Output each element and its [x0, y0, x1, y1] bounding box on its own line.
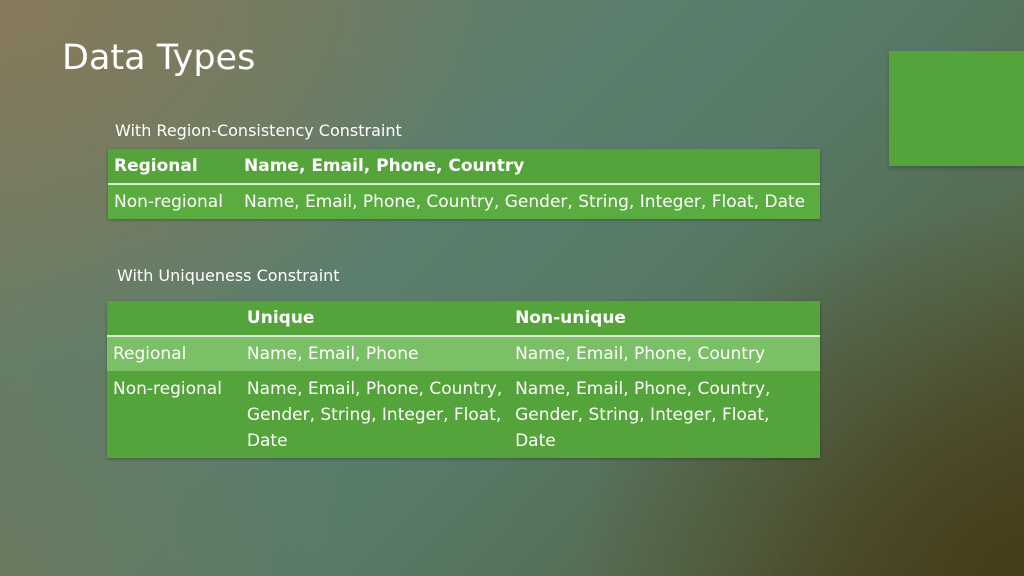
header-unique: Unique — [240, 301, 510, 337]
header-empty — [107, 301, 241, 337]
uniqueness-table: Unique Non-unique Regional Name, Email, … — [107, 301, 820, 458]
non-unique-types: Name, Email, Phone, Country — [509, 336, 820, 371]
non-unique-types: Name, Email, Phone, Country, Gender, Str… — [509, 371, 820, 458]
accent-square — [889, 51, 1024, 166]
uniqueness-table-caption: With Uniqueness Constraint — [117, 266, 340, 285]
row-label: Regional — [107, 336, 241, 371]
header-non-unique: Non-unique — [509, 301, 820, 337]
table-header-row: Unique Non-unique — [107, 301, 820, 337]
region-consistency-table: Regional Name, Email, Phone, Country Non… — [108, 149, 820, 219]
row-label: Regional — [108, 149, 238, 185]
row-types: Name, Email, Phone, Country, Gender, Str… — [238, 184, 820, 219]
table-row: Regional Name, Email, Phone Name, Email,… — [107, 336, 820, 371]
unique-types: Name, Email, Phone — [240, 336, 510, 371]
row-types: Name, Email, Phone, Country — [238, 149, 820, 185]
table-row: Regional Name, Email, Phone, Country — [108, 149, 820, 185]
row-label: Non-regional — [107, 371, 241, 458]
slide-title: Data Types — [62, 38, 256, 78]
unique-types: Name, Email, Phone, Country, Gender, Str… — [240, 371, 510, 458]
region-table-caption: With Region-Consistency Constraint — [115, 121, 402, 140]
table-row: Non-regional Name, Email, Phone, Country… — [108, 184, 820, 219]
row-label: Non-regional — [108, 184, 238, 219]
table-row: Non-regional Name, Email, Phone, Country… — [107, 371, 820, 458]
